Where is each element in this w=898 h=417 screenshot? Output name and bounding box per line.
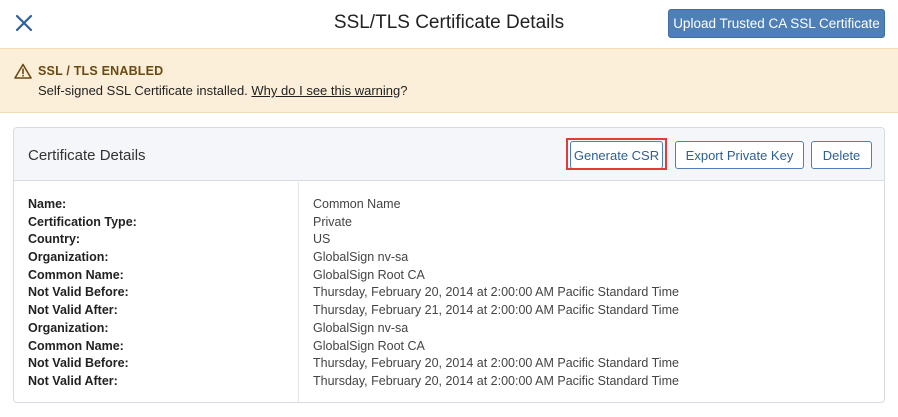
detail-label: Not Valid Before: xyxy=(28,285,129,300)
detail-label: Country: xyxy=(28,232,81,247)
dialog-header: SSL/TLS Certificate Details Upload Trust… xyxy=(0,0,898,47)
detail-value: Thursday, February 20, 2014 at 2:00:00 A… xyxy=(313,356,679,371)
detail-labels: Name: Certification Type: Country: Organ… xyxy=(28,196,288,391)
card-header: Certificate Details Generate CSR Export … xyxy=(14,128,884,181)
warning-message-prefix: Self-signed SSL Certificate installed. xyxy=(38,83,252,98)
detail-label: Name: xyxy=(28,197,67,211)
warning-title: SSL / TLS ENABLED xyxy=(38,64,164,78)
warning-triangle-icon xyxy=(14,63,32,79)
detail-label: Not Valid After: xyxy=(28,373,118,388)
detail-label: Organization: xyxy=(28,320,109,335)
detail-value: GlobalSign nv-sa xyxy=(313,320,409,335)
card-body: Name: Certification Type: Country: Organ… xyxy=(14,182,884,402)
detail-value: Private xyxy=(313,214,352,229)
detail-label: Not Valid After: xyxy=(28,303,118,318)
warning-message-suffix: ? xyxy=(400,83,408,98)
detail-label: Common Name: xyxy=(28,267,124,282)
warning-message: Self-signed SSL Certificate installed. W… xyxy=(38,83,408,98)
detail-value: GlobalSign Root CA xyxy=(313,267,425,282)
export-private-key-button[interactable]: Export Private Key xyxy=(675,141,804,169)
detail-label: Certification Type: xyxy=(28,214,137,229)
why-warning-link[interactable]: Why do I see this warning xyxy=(251,83,400,98)
detail-value: Thursday, February 20, 2014 at 2:00:00 A… xyxy=(313,285,679,300)
close-icon[interactable] xyxy=(12,11,36,35)
card-title: Certificate Details xyxy=(28,147,146,164)
column-divider xyxy=(298,182,299,402)
close-button[interactable] xyxy=(12,11,36,35)
warning-banner: SSL / TLS ENABLED Self-signed SSL Certif… xyxy=(0,48,898,113)
detail-values: Common Name Private US GlobalSign nv-sa … xyxy=(313,196,873,391)
detail-value: GlobalSign Root CA xyxy=(313,338,425,353)
detail-label: Organization: xyxy=(28,250,109,265)
detail-value: Thursday, February 21, 2014 at 2:00:00 A… xyxy=(313,303,679,318)
delete-button[interactable]: Delete xyxy=(811,141,872,169)
detail-label: Common Name: xyxy=(28,338,124,353)
detail-value: GlobalSign nv-sa xyxy=(313,250,409,265)
detail-label: Not Valid Before: xyxy=(28,356,129,371)
certificate-details-card: Certificate Details Generate CSR Export … xyxy=(13,127,885,403)
upload-trusted-ca-button[interactable]: Upload Trusted CA SSL Certificate xyxy=(668,9,885,38)
detail-value: Common Name xyxy=(313,197,401,211)
generate-csr-button[interactable]: Generate CSR xyxy=(570,141,663,169)
detail-value: Thursday, February 20, 2014 at 2:00:00 A… xyxy=(313,373,679,388)
detail-value: US xyxy=(313,232,331,247)
